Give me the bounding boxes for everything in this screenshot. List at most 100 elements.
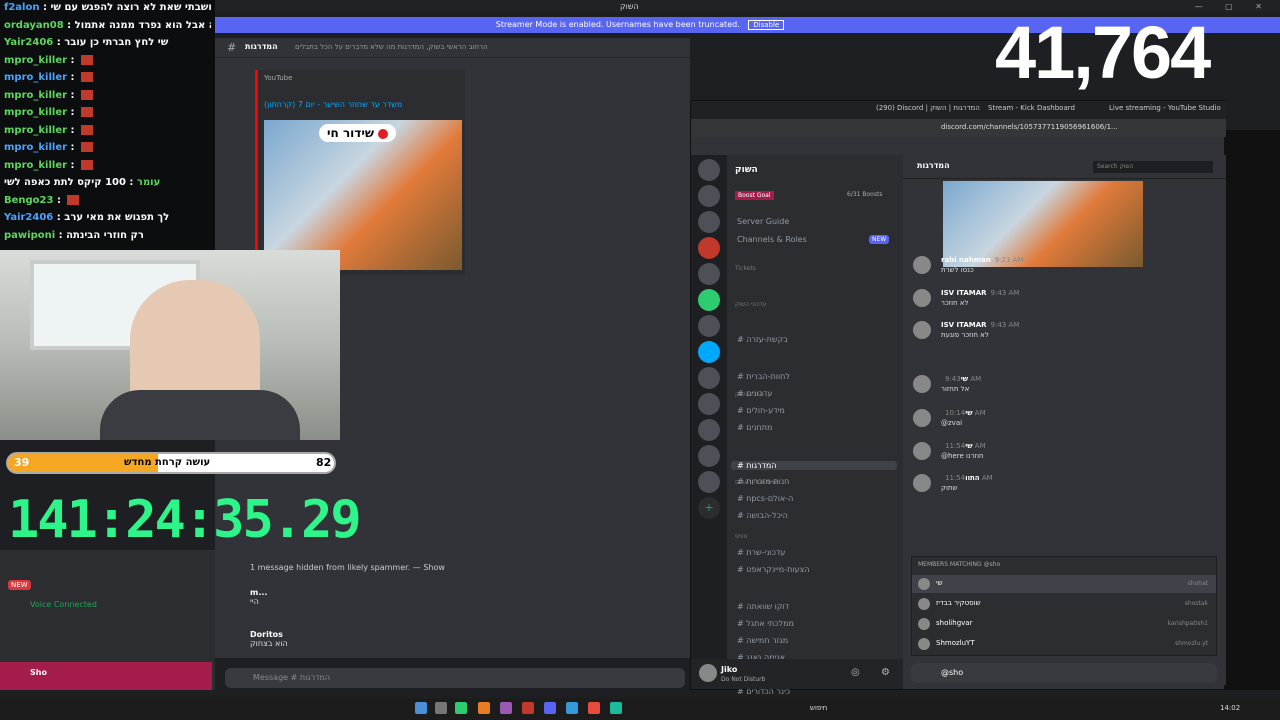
server-icon[interactable] xyxy=(698,315,720,337)
channel-item[interactable]: # מגזר חמישה xyxy=(737,636,788,645)
headset-icon[interactable]: ◎ xyxy=(851,667,860,678)
channel-item[interactable]: # npcs-ה-אולם xyxy=(737,494,793,503)
channel-item[interactable]: # עדכונים xyxy=(737,389,772,398)
server-icon[interactable] xyxy=(698,185,720,207)
disable-button[interactable]: Disable xyxy=(748,20,785,30)
app-icon[interactable] xyxy=(588,702,600,714)
category-label[interactable]: עדכוני השוק xyxy=(735,301,767,308)
channel-item[interactable]: # המדרגות xyxy=(731,461,897,470)
server-icon[interactable] xyxy=(698,419,720,441)
server-icon[interactable] xyxy=(698,237,720,259)
message-author[interactable]: שי xyxy=(965,442,972,450)
self-username[interactable]: Jiko xyxy=(721,665,737,674)
username[interactable]: Sho xyxy=(30,668,47,677)
message-author[interactable]: Doritos xyxy=(250,630,283,639)
address-bar[interactable]: discord.com/channels/1057377119056961606… xyxy=(691,119,1226,137)
channels-roles[interactable]: Channels & Roles xyxy=(737,235,807,244)
input-value[interactable]: @sho xyxy=(941,668,963,677)
channel-item[interactable]: # הצעות-מיינקראפט xyxy=(737,565,810,574)
taskbar-search[interactable]: חיפוש xyxy=(810,704,827,712)
avatar[interactable] xyxy=(913,409,931,427)
mention-option[interactable]: שוסטקיר בבדיז shostak xyxy=(912,595,1216,613)
embed-title[interactable]: משדר עד שחוזר השיער - יום 7 (קרחתון) xyxy=(264,100,402,109)
channel-item[interactable]: # עדכוני-שרת xyxy=(737,548,785,557)
browser-tab[interactable]: Stream - Kick Dashboard xyxy=(988,104,1075,112)
chat-username[interactable]: Yair2406 xyxy=(4,212,53,223)
chat-username[interactable]: ordayan08 xyxy=(4,20,64,31)
spam-notice[interactable]: 1 message hidden from likely spammer. — … xyxy=(250,563,445,572)
chat-username[interactable]: Yair2406 xyxy=(4,37,53,48)
channel-item[interactable]: # חנות-מזכרות xyxy=(737,477,789,486)
browser-tab[interactable]: Live streaming - YouTube Studio xyxy=(1109,104,1221,112)
embed-thumbnail[interactable] xyxy=(943,181,1143,267)
message-author[interactable]: שי xyxy=(965,409,972,417)
app-icon[interactable] xyxy=(478,702,490,714)
channel-item[interactable]: # דוקו שוואתה xyxy=(737,602,789,611)
server-icon[interactable] xyxy=(698,263,720,285)
category-label[interactable]: טוויס xyxy=(735,533,747,540)
app-icon[interactable] xyxy=(455,702,467,714)
avatar[interactable] xyxy=(913,375,931,393)
chat-username[interactable]: mpro_killer xyxy=(4,55,67,66)
server-icon[interactable] xyxy=(698,393,720,415)
avatar[interactable] xyxy=(913,442,931,460)
chat-username[interactable]: mpro_killer xyxy=(4,142,67,153)
app-icon[interactable] xyxy=(500,702,512,714)
video-thumbnail[interactable]: שידור חי xyxy=(264,120,462,270)
chat-username[interactable]: f2alon xyxy=(4,2,39,13)
mention-option[interactable]: שי shohat xyxy=(912,575,1216,593)
chat-username[interactable]: mpro_killer xyxy=(4,72,67,83)
chat-username[interactable]: עומר xyxy=(137,177,160,188)
server-guide[interactable]: Server Guide xyxy=(737,217,789,226)
channel-item[interactable]: # היכל-הבושה xyxy=(737,511,788,520)
gear-icon[interactable]: ⚙ xyxy=(881,667,890,678)
message-input[interactable]: @sho xyxy=(911,663,1217,683)
message-author[interactable]: ISV ITAMAR xyxy=(941,289,987,297)
message-author[interactable]: m... xyxy=(250,588,267,597)
chat-username[interactable]: mpro_killer xyxy=(4,90,67,101)
avatar[interactable] xyxy=(913,474,931,492)
chat-username[interactable]: mpro_killer xyxy=(4,160,67,171)
channel-item[interactable]: # מתחנים xyxy=(737,423,772,432)
server-icon[interactable] xyxy=(698,159,720,181)
message-author[interactable]: התוו xyxy=(965,474,979,482)
mention-option[interactable]: ShmozluYT shmozlu.yt xyxy=(912,635,1216,653)
message-author[interactable]: שי xyxy=(961,375,968,383)
youtube-embed[interactable]: YouTube משדר עד שחוזר השיער - יום 7 (קרח… xyxy=(255,70,465,275)
browser-tab[interactable]: (290) Discord | המדרגות | השוק xyxy=(876,104,980,112)
server-name[interactable]: השוק xyxy=(735,165,758,175)
avatar[interactable] xyxy=(913,289,931,307)
server-icon[interactable] xyxy=(698,367,720,389)
avatar[interactable] xyxy=(913,321,931,339)
channel-item[interactable]: # בקשת-עזרה xyxy=(737,335,788,344)
chat-username[interactable]: Bengo23 xyxy=(4,195,53,206)
server-icon[interactable] xyxy=(698,289,720,311)
app-icon[interactable] xyxy=(610,702,622,714)
background-message-input[interactable]: Message # המדרגות xyxy=(225,668,685,688)
url-text[interactable]: discord.com/channels/1057377119056961606… xyxy=(941,123,1118,131)
avatar[interactable] xyxy=(699,664,717,682)
app-icon[interactable] xyxy=(544,702,556,714)
message-author[interactable]: ISV ITAMAR xyxy=(941,321,987,329)
message-author[interactable]: rabi nahman xyxy=(941,256,991,264)
category-label[interactable]: Tickets xyxy=(735,265,756,272)
add-server-icon[interactable]: + xyxy=(698,497,720,519)
channel-item[interactable]: # לחוות-הברית xyxy=(737,372,790,381)
search-input[interactable]: Search השוק xyxy=(1093,161,1213,173)
mention-option[interactable]: sholihgvar karishpatish1 xyxy=(912,615,1216,633)
server-icon[interactable] xyxy=(698,341,720,363)
app-icon[interactable] xyxy=(415,702,427,714)
app-icon[interactable] xyxy=(435,702,447,714)
server-icon[interactable] xyxy=(698,445,720,467)
server-icon[interactable] xyxy=(698,211,720,233)
avatar[interactable] xyxy=(913,256,931,274)
channel-item[interactable]: # מידע-חולים xyxy=(737,406,785,415)
voice-connected-status[interactable]: Voice Connected xyxy=(30,600,97,609)
chat-username[interactable]: mpro_killer xyxy=(4,107,67,118)
server-icon[interactable] xyxy=(698,471,720,493)
boost-goal[interactable]: Boost Goal xyxy=(735,191,774,200)
app-icon[interactable] xyxy=(566,702,578,714)
app-icon[interactable] xyxy=(522,702,534,714)
channel-item[interactable]: # ממלכתי אתגל xyxy=(737,619,794,628)
chat-username[interactable]: pawiponi xyxy=(4,230,55,241)
